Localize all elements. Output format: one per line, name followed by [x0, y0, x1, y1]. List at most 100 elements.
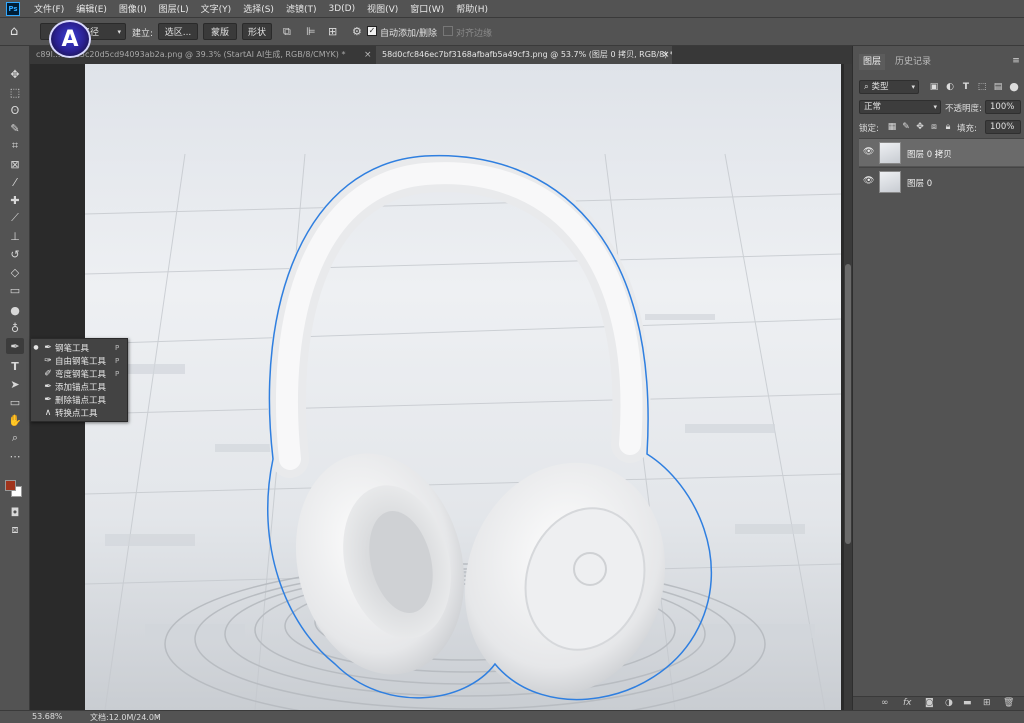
chevron-right-icon[interactable]: › — [156, 712, 159, 721]
menu-type[interactable]: 文字(Y) — [195, 2, 238, 15]
gear-icon[interactable]: ⚙ — [352, 25, 362, 38]
lock-image-icon[interactable]: ✎ — [901, 122, 911, 132]
filter-shape-icon[interactable]: ⬚ — [977, 82, 987, 92]
close-icon[interactable]: × — [364, 46, 372, 64]
document-tab-2[interactable]: 58d0cfc846ec7bf3168afbafb5a49cf3.png @ 5… — [376, 46, 672, 64]
delete-anchor-icon: ✒ — [44, 394, 52, 405]
fill-input[interactable]: 100% — [985, 120, 1021, 134]
flyout-item-convert-point[interactable]: ∧ 转换点工具 — [31, 406, 127, 419]
path-arrangement-icon[interactable]: ⊞ — [328, 25, 337, 38]
lock-position-icon[interactable]: ✥ — [915, 122, 925, 132]
curvature-pen-icon: ✐ — [44, 368, 52, 379]
type-tool-icon[interactable]: T — [6, 358, 24, 374]
home-icon[interactable]: ⌂ — [10, 24, 18, 39]
frame-tool-icon[interactable]: ⊠ — [6, 156, 24, 172]
more-tools-icon[interactable]: ⋯ — [6, 448, 24, 464]
opacity-input[interactable]: 100% — [985, 100, 1021, 114]
menu-image[interactable]: 图像(I) — [113, 2, 153, 15]
zoom-tool-icon[interactable]: ⌕ — [6, 430, 24, 446]
flyout-item-freeform-pen[interactable]: ✑ 自由钢笔工具 P — [31, 354, 127, 367]
flyout-item-pen[interactable]: ● ✒ 钢笔工具 P — [31, 341, 127, 354]
menu-view[interactable]: 视图(V) — [361, 2, 404, 15]
hand-tool-icon[interactable]: ✋ — [6, 412, 24, 428]
path-select-tool-icon[interactable]: ➤ — [6, 376, 24, 392]
align-edges-label: 对齐边缘 — [456, 29, 493, 39]
stamp-tool-icon[interactable]: ⊥ — [6, 228, 24, 244]
flyout-item-delete-anchor[interactable]: ✒ 删除锚点工具 — [31, 393, 127, 406]
eraser-tool-icon[interactable]: ◇ — [6, 264, 24, 280]
healing-brush-icon[interactable]: ✚ — [6, 192, 24, 208]
blend-mode-select[interactable]: 正常 ▾ — [859, 100, 941, 114]
make-mask-button[interactable]: 蒙版 — [203, 23, 237, 40]
scrollbar-thumb[interactable] — [845, 264, 851, 544]
menu-3d[interactable]: 3D(D) — [322, 4, 361, 14]
auto-add-delete-label: 自动添加/删除 — [380, 29, 438, 39]
rectangle-tool-icon[interactable]: ▭ — [6, 394, 24, 410]
startai-logo-icon[interactable]: A — [49, 20, 91, 58]
layer-row[interactable]: 👁︎ 图层 0 拷贝 — [859, 138, 1024, 166]
new-layer-icon[interactable]: ⊞ — [983, 698, 991, 708]
blur-tool-icon[interactable]: ● — [6, 302, 24, 318]
image-canvas[interactable] — [85, 64, 841, 710]
lock-transparent-icon[interactable]: ▦ — [887, 122, 897, 132]
lock-all-icon[interactable]: 🔒︎ — [943, 122, 953, 132]
menu-filter[interactable]: 滤镜(T) — [280, 2, 323, 15]
menu-help[interactable]: 帮助(H) — [450, 2, 494, 15]
lock-artboard-icon[interactable]: ⧈ — [929, 122, 939, 132]
gradient-tool-icon[interactable]: ▭ — [6, 282, 24, 298]
make-selection-button[interactable]: 选区... — [158, 23, 198, 40]
filter-toggle-icon[interactable]: ● — [1009, 80, 1019, 93]
quick-mask-icon[interactable]: ◘ — [6, 504, 24, 520]
foreground-color-swatch[interactable] — [5, 480, 16, 491]
close-icon[interactable]: × — [662, 46, 670, 64]
layer-thumbnail — [879, 171, 901, 193]
tab-layers[interactable]: 图层 — [859, 54, 886, 70]
menu-edit[interactable]: 编辑(E) — [70, 2, 113, 15]
convert-point-icon: ∧ — [44, 407, 52, 418]
trash-icon[interactable]: 🗑︎ — [1003, 698, 1014, 708]
eye-icon[interactable]: 👁︎ — [863, 176, 874, 186]
lasso-tool-icon[interactable]: ʘ — [6, 102, 24, 118]
eye-icon[interactable]: 👁︎ — [863, 147, 874, 157]
layer-row[interactable]: 👁︎ 图层 0 — [859, 167, 1024, 195]
layer-style-icon[interactable]: fx — [903, 698, 912, 708]
menu-select[interactable]: 选择(S) — [237, 2, 280, 15]
filter-pixel-icon[interactable]: ▣ — [929, 82, 939, 92]
vertical-scrollbar[interactable] — [844, 64, 852, 710]
menu-layer[interactable]: 图层(L) — [153, 2, 195, 15]
layer-filter-select[interactable]: ⌕ 类型 ▾ — [859, 80, 919, 94]
flyout-item-curvature-pen[interactable]: ✐ 弯度钢笔工具 P — [31, 367, 127, 380]
headphones-image — [85, 64, 841, 710]
align-edges-checkbox[interactable] — [443, 26, 453, 36]
new-group-icon[interactable]: ▬ — [963, 698, 972, 708]
filter-smart-object-icon[interactable]: ▤ — [993, 82, 1003, 92]
add-mask-icon[interactable]: ◙ — [925, 698, 934, 708]
tab-history[interactable]: 历史记录 — [891, 54, 935, 70]
crop-tool-icon[interactable]: ⌗ — [6, 138, 24, 154]
pen-tool-icon[interactable]: ✒ — [6, 338, 24, 354]
adjustment-layer-icon[interactable]: ◑ — [945, 698, 953, 708]
link-layers-icon[interactable]: ∞ — [881, 698, 889, 708]
chevron-down-icon: ▾ — [117, 27, 121, 36]
eyedropper-tool-icon[interactable]: ⁄ — [6, 174, 24, 190]
path-alignment-icon[interactable]: ⊫ — [306, 25, 316, 38]
menu-file[interactable]: 文件(F) — [28, 2, 70, 15]
menu-bar: Ps 文件(F) 编辑(E) 图像(I) 图层(L) 文字(Y) 选择(S) 滤… — [0, 0, 1024, 18]
zoom-level[interactable]: 53.68% — [32, 712, 63, 721]
brush-tool-icon[interactable]: ⟋ — [6, 210, 24, 226]
flyout-item-add-anchor[interactable]: ✒ 添加锚点工具 — [31, 380, 127, 393]
document-tab-bar: c89l...e74c5c20d5cd94093ab2a.png @ 39.3%… — [30, 46, 852, 64]
filter-adjustment-icon[interactable]: ◐ — [945, 82, 955, 92]
auto-add-delete-checkbox[interactable]: ✓ — [367, 26, 377, 36]
screen-mode-icon[interactable]: ⧈ — [6, 522, 24, 538]
dodge-tool-icon[interactable]: ♁ — [6, 320, 24, 336]
make-shape-button[interactable]: 形状 — [242, 23, 272, 40]
menu-window[interactable]: 窗口(W) — [404, 2, 450, 15]
filter-type-icon[interactable]: T — [961, 82, 971, 92]
panel-menu-icon[interactable]: ≡ — [1011, 56, 1021, 66]
move-tool-icon[interactable]: ✥ — [6, 66, 24, 82]
marquee-tool-icon[interactable]: ⬚ — [6, 84, 24, 100]
path-operations-icon[interactable]: ⧉ — [283, 25, 291, 39]
history-brush-icon[interactable]: ↺ — [6, 246, 24, 262]
quick-select-tool-icon[interactable]: ✎ — [6, 120, 24, 136]
